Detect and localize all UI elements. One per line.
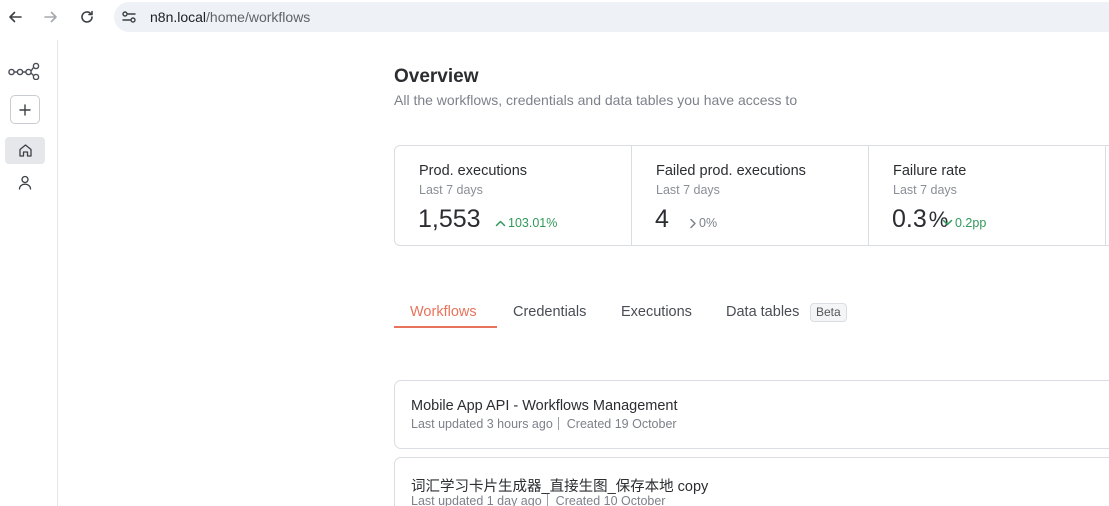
beta-badge: Beta (810, 303, 847, 322)
url-text[interactable]: n8n.local/home/workflows (150, 9, 310, 25)
section-tabs: Workflows Credentials Executions Data ta… (394, 296, 854, 330)
stat-value: 1,553 (418, 205, 481, 233)
site-settings-icon[interactable] (120, 8, 138, 26)
back-button[interactable] (4, 6, 26, 28)
add-button[interactable] (10, 95, 40, 124)
stat-delta-text: 103.01% (508, 216, 558, 230)
reload-button[interactable] (76, 6, 98, 28)
stat-delta: 0% (689, 216, 717, 230)
workflow-name[interactable]: Mobile App API - Workflows Management (411, 398, 678, 414)
workflow-name[interactable]: 词汇学习卡片生成器_直接生图_保存本地 copy (411, 475, 708, 496)
stats-summary: Prod. executions Last 7 days 1,553 103.0… (394, 145, 1109, 246)
workflow-updated: Last updated 3 hours ago (411, 417, 553, 431)
tab-data-tables[interactable]: Data tables (726, 304, 799, 320)
workflow-created: Created 19 October (566, 417, 677, 431)
sidebar-item-personal[interactable] (14, 171, 36, 193)
home-icon (18, 144, 32, 157)
meta-divider (557, 417, 559, 430)
user-icon (18, 175, 32, 190)
page-title: Overview (394, 66, 479, 87)
tab-workflows[interactable]: Workflows (410, 304, 477, 320)
stat-period: Last 7 days (656, 183, 720, 197)
workflow-card[interactable]: Mobile App API - Workflows Management La… (394, 380, 1109, 449)
chevron-up-icon (495, 220, 506, 227)
page-subtitle: All the workflows, credentials and data … (394, 92, 798, 108)
stat-failed-executions[interactable]: Failed prod. executions Last 7 days 4 0% (632, 146, 869, 245)
stat-prod-executions[interactable]: Prod. executions Last 7 days 1,553 103.0… (395, 146, 632, 245)
stat-value: 4 (655, 205, 669, 233)
stat-value: 0.3% (892, 205, 948, 234)
workflow-updated: Last updated 1 day ago (411, 494, 542, 506)
workflow-created: Created 10 October (555, 494, 666, 506)
stat-delta: 103.01% (495, 216, 557, 230)
stat-delta: 0.2pp (942, 216, 986, 230)
arrow-left-icon (9, 11, 22, 23)
forward-button[interactable] (40, 6, 62, 28)
chevron-right-icon (690, 218, 696, 228)
reload-icon (81, 10, 93, 23)
tab-credentials[interactable]: Credentials (513, 304, 586, 320)
stat-period: Last 7 days (419, 183, 483, 197)
sidebar-item-home[interactable] (5, 137, 45, 164)
sidebar (0, 40, 58, 506)
stat-label: Failed prod. executions (656, 163, 806, 179)
n8n-logo-icon[interactable] (8, 62, 40, 80)
meta-divider (546, 494, 548, 506)
workflow-card[interactable]: 词汇学习卡片生成器_直接生图_保存本地 copy Last updated 1 … (394, 457, 1109, 506)
tab-executions[interactable]: Executions (621, 304, 692, 320)
stat-period: Last 7 days (893, 183, 957, 197)
url-host: n8n.local (150, 9, 207, 25)
stat-value-number: 0.3 (892, 205, 927, 233)
stat-failure-rate[interactable]: Failure rate Last 7 days 0.3% 0.2pp (869, 146, 1106, 245)
workflow-meta: Last updated 3 hours ago Created 19 Octob… (411, 417, 677, 431)
arrow-right-icon (44, 11, 57, 23)
workflow-meta: Last updated 1 day ago Created 10 October (411, 494, 665, 506)
stat-delta-text: 0.2pp (955, 216, 987, 230)
stat-label: Failure rate (893, 163, 967, 179)
plus-icon (19, 103, 31, 116)
stat-label: Prod. executions (419, 163, 528, 179)
chevron-down-icon (942, 219, 953, 226)
browser-toolbar: n8n.local/home/workflows (0, 0, 1109, 34)
url-path: /home/workflows (206, 9, 311, 25)
tab-active-indicator (394, 326, 497, 328)
stat-delta-text: 0% (699, 216, 718, 230)
